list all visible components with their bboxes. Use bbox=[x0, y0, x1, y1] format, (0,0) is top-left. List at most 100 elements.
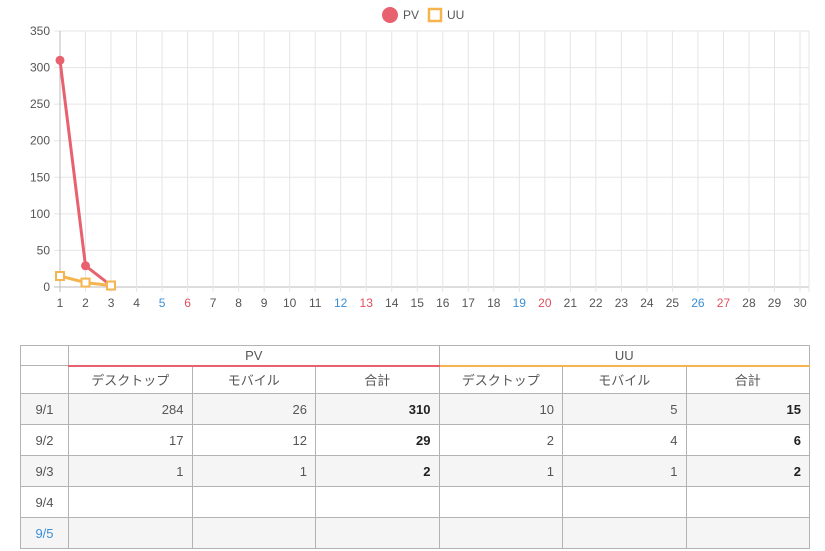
x-tick-label: 8 bbox=[235, 296, 242, 310]
row-date-cell: 9/1 bbox=[20, 393, 69, 425]
total-cell bbox=[315, 517, 440, 549]
x-tick-label: 1 bbox=[57, 296, 64, 310]
value-cell: 17 bbox=[68, 424, 193, 456]
value-cell: 5 bbox=[562, 393, 687, 425]
table-row: 9/5 bbox=[20, 517, 810, 549]
value-cell: 1 bbox=[68, 455, 193, 487]
value-cell: 2 bbox=[438, 424, 563, 456]
x-tick-label: 7 bbox=[210, 296, 217, 310]
x-tick-label: 14 bbox=[385, 296, 399, 310]
x-tick-label: 9 bbox=[261, 296, 268, 310]
chart-legend: PV UU bbox=[382, 7, 464, 23]
x-tick-label: 29 bbox=[768, 296, 782, 310]
y-tick-label: 50 bbox=[37, 243, 51, 257]
total-cell: 15 bbox=[685, 393, 810, 425]
table-row: 9/2 17 12 29 2 4 6 bbox=[20, 424, 810, 456]
chart-grid bbox=[54, 30, 810, 292]
value-cell bbox=[68, 517, 193, 549]
column-header-pv-desktop: デスクトップ bbox=[68, 365, 193, 394]
x-tick-label: 17 bbox=[462, 296, 476, 310]
y-tick-label: 250 bbox=[30, 97, 50, 111]
series-uu-point bbox=[80, 277, 91, 288]
total-cell: 2 bbox=[685, 455, 810, 487]
value-cell bbox=[438, 517, 563, 549]
value-cell bbox=[68, 486, 193, 518]
x-tick-label: 23 bbox=[615, 296, 629, 310]
x-tick-label: 16 bbox=[436, 296, 450, 310]
x-tick-label: 28 bbox=[742, 296, 756, 310]
legend-uu-label[interactable]: UU bbox=[447, 8, 464, 22]
value-cell bbox=[191, 517, 316, 549]
x-tick-label: 2 bbox=[82, 296, 89, 310]
value-cell bbox=[562, 486, 687, 518]
x-tick-label: 25 bbox=[666, 296, 680, 310]
table-group-header-row: PV UU bbox=[20, 345, 810, 367]
row-date-cell: 9/4 bbox=[20, 486, 69, 518]
x-tick-label: 24 bbox=[640, 296, 654, 310]
total-cell: 2 bbox=[315, 455, 440, 487]
y-axis: 0 50 100 150 200 250 300 350 bbox=[30, 24, 50, 294]
x-tick-label: 10 bbox=[283, 296, 297, 310]
corner-cell bbox=[20, 345, 69, 366]
value-cell: 1 bbox=[562, 455, 687, 487]
total-cell bbox=[315, 486, 440, 518]
value-cell: 284 bbox=[68, 393, 193, 425]
value-cell: 10 bbox=[438, 393, 563, 425]
column-header-pv-total: 合計 bbox=[315, 365, 440, 394]
value-cell: 26 bbox=[191, 393, 316, 425]
value-cell: 1 bbox=[438, 455, 563, 487]
legend-pv-label[interactable]: PV bbox=[403, 8, 419, 22]
x-tick-label: 21 bbox=[564, 296, 578, 310]
x-axis: 1 2 3 4 5 6 7 8 9 10 11 12 13 14 15 16 17 18 19 20 21 22 23 24 2… bbox=[57, 296, 807, 310]
line-chart: PV UU 050100150200250300350 1 2 3 4 5 6 7 8 9 10 1… bbox=[30, 7, 810, 310]
total-cell: 310 bbox=[315, 393, 440, 425]
x-tick-label: 26 bbox=[691, 296, 705, 310]
x-tick-label: 11 bbox=[309, 296, 322, 310]
stats-table: PV UU デスクトップ モバイル 合計 デスクトップ モバイル 合計 9/1 2… bbox=[20, 345, 810, 549]
column-header-pv-mobile: モバイル bbox=[191, 365, 316, 394]
y-tick-label: 350 bbox=[30, 24, 50, 38]
pv-group-header: PV bbox=[68, 345, 440, 367]
legend-pv-marker[interactable] bbox=[382, 7, 398, 23]
value-cell bbox=[438, 486, 563, 518]
series-pv-point bbox=[81, 261, 91, 271]
total-cell bbox=[685, 517, 810, 549]
x-tick-label: 19 bbox=[513, 296, 527, 310]
x-tick-label: 15 bbox=[411, 296, 425, 310]
x-tick-label: 12 bbox=[334, 296, 348, 310]
series-pv-point bbox=[55, 55, 65, 65]
total-cell: 29 bbox=[315, 424, 440, 456]
column-header-uu-mobile: モバイル bbox=[562, 365, 687, 394]
row-date-cell: 9/5 bbox=[20, 517, 69, 549]
value-cell bbox=[191, 486, 316, 518]
column-header-uu-desktop: デスクトップ bbox=[438, 365, 563, 394]
y-tick-label: 150 bbox=[30, 170, 50, 184]
value-cell: 4 bbox=[562, 424, 687, 456]
legend-uu-marker[interactable] bbox=[427, 7, 443, 23]
row-date-cell: 9/3 bbox=[20, 455, 69, 487]
table-row: 9/4 bbox=[20, 486, 810, 518]
y-tick-label: 200 bbox=[30, 134, 50, 148]
x-tick-label: 22 bbox=[589, 296, 603, 310]
table-column-header-row: デスクトップ モバイル 合計 デスクトップ モバイル 合計 bbox=[20, 365, 810, 394]
x-tick-label: 4 bbox=[133, 296, 140, 310]
column-header-uu-total: 合計 bbox=[685, 365, 810, 394]
total-cell bbox=[685, 486, 810, 518]
value-cell: 1 bbox=[191, 455, 316, 487]
date-column-header bbox=[20, 365, 69, 394]
uu-group-header: UU bbox=[438, 345, 810, 367]
x-tick-label: 5 bbox=[159, 296, 166, 310]
y-tick-label: 0 bbox=[43, 280, 50, 294]
series-uu-point bbox=[106, 280, 117, 291]
x-tick-label: 13 bbox=[360, 296, 374, 310]
total-cell: 6 bbox=[685, 424, 810, 456]
x-tick-label: 27 bbox=[717, 296, 731, 310]
series-uu-point bbox=[55, 271, 65, 282]
y-tick-label: 100 bbox=[30, 207, 50, 221]
x-tick-label: 3 bbox=[108, 296, 115, 310]
x-tick-label: 30 bbox=[793, 296, 807, 310]
value-cell bbox=[562, 517, 687, 549]
row-date-cell: 9/2 bbox=[20, 424, 69, 456]
table-row: 9/1 284 26 310 10 5 15 bbox=[20, 393, 810, 425]
table-row: 9/3 1 1 2 1 1 2 bbox=[20, 455, 810, 487]
